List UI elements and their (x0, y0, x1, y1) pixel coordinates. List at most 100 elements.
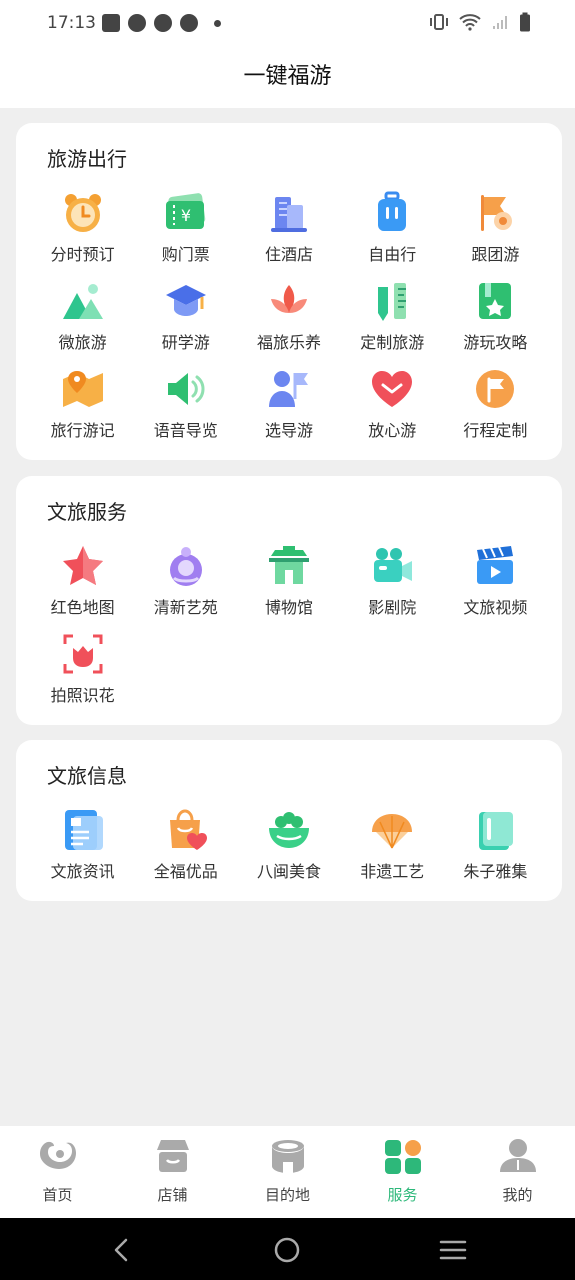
news-icon (64, 810, 103, 850)
suitcase-icon (378, 191, 407, 231)
service-item-play-guide[interactable]: 游玩攻略 (444, 275, 547, 353)
service-item-itinerary[interactable]: 行程定制 (444, 363, 547, 441)
nav-tab-services[interactable]: 服务 (345, 1126, 460, 1218)
shopping-bag-icon (169, 809, 207, 850)
service-item-worry-free[interactable]: 放心游 (341, 363, 444, 441)
mountain-icon (62, 284, 103, 319)
profile-icon (499, 1139, 536, 1172)
service-item-red-map[interactable]: 红色地图 (31, 540, 134, 618)
culture-service-section-card: 文旅服务 红色地图 清新艺苑 博物馆 影剧院 文旅视频 拍照识花 (16, 476, 562, 725)
service-item-free-travel[interactable]: 自由行 (341, 187, 444, 265)
service-item-wellness-tour[interactable]: 福旅乐养 (237, 275, 340, 353)
service-item-culture-video[interactable]: 文旅视频 (444, 540, 547, 618)
folding-fan-icon (372, 814, 413, 849)
service-label: 行程定制 (463, 421, 528, 440)
service-label: 研学游 (161, 333, 210, 352)
service-label: 影剧院 (368, 598, 417, 617)
itinerary-flag-icon (476, 370, 515, 408)
service-item-zhuzi-gathering[interactable]: 朱子雅集 (444, 804, 547, 882)
service-item-quality-goods[interactable]: 全福优品 (134, 804, 237, 882)
service-label: 文旅资讯 (50, 862, 115, 881)
alarm-clock-icon (64, 194, 101, 232)
service-item-fujian-food[interactable]: 八闽美食 (237, 804, 340, 882)
service-item-audio-guide[interactable]: 语音导览 (134, 363, 237, 441)
system-navigation-bar (0, 1218, 575, 1280)
service-label: 分时预订 (50, 245, 115, 264)
service-item-custom-tour[interactable]: 定制旅游 (341, 275, 444, 353)
service-label: 八闽美食 (256, 862, 321, 881)
heart-icon (372, 371, 413, 407)
book-icon (479, 812, 514, 850)
nav-tab-store[interactable]: 店铺 (115, 1126, 230, 1218)
notification-gauge-icon (180, 14, 198, 32)
service-label: 博物馆 (264, 598, 313, 617)
nav-label: 我的 (502, 1186, 533, 1204)
art-figure-icon (169, 547, 202, 586)
service-item-timed-booking[interactable]: 分时预订 (31, 187, 134, 265)
service-label: 文旅视频 (463, 598, 528, 617)
service-label: 选导游 (264, 421, 313, 440)
travel-section-card: 旅游出行 分时预订 ¥ 购门票 住酒店 自由行 跟团游 微旅游 研学游 福旅乐养… (16, 123, 562, 460)
notification-bag-icon (102, 14, 120, 32)
flower-scan-icon (63, 634, 103, 674)
service-item-buy-tickets[interactable]: ¥ 购门票 (134, 187, 237, 265)
service-item-group-tour[interactable]: 跟团游 (444, 187, 547, 265)
service-item-study-tour[interactable]: 研学游 (134, 275, 237, 353)
nav-label: 店铺 (157, 1186, 188, 1204)
section-title: 旅游出行 (47, 147, 127, 171)
service-label: 清新艺苑 (153, 598, 218, 617)
service-item-museum[interactable]: 博物馆 (237, 540, 340, 618)
status-bar: 17:13 (0, 0, 575, 46)
store-icon (156, 1140, 189, 1172)
nav-label: 服务 (387, 1186, 418, 1204)
battery-icon (520, 12, 530, 32)
service-item-hotel[interactable]: 住酒店 (237, 187, 340, 265)
page-title: 一键福游 (243, 64, 332, 89)
service-label: 购门票 (161, 245, 210, 264)
food-bowl-icon (268, 812, 309, 848)
service-label: 放心游 (368, 421, 417, 440)
service-label: 朱子雅集 (463, 862, 528, 881)
speaker-icon (167, 373, 205, 405)
service-item-art-garden[interactable]: 清新艺苑 (134, 540, 237, 618)
vibrate-icon (430, 14, 448, 30)
services-grid-icon (384, 1140, 421, 1174)
flag-location-icon (481, 195, 513, 231)
video-camera-icon (374, 548, 413, 582)
hotel-building-icon (270, 197, 307, 232)
nav-tab-profile[interactable]: 我的 (460, 1126, 575, 1218)
home-circle-icon[interactable] (273, 1236, 301, 1264)
service-item-travel-notes[interactable]: 旅行游记 (31, 363, 134, 441)
service-item-heritage-craft[interactable]: 非遗工艺 (341, 804, 444, 882)
service-label: 红色地图 (50, 598, 115, 617)
service-label: 语音导览 (153, 421, 218, 440)
wifi-icon (459, 14, 481, 31)
nav-label: 首页 (42, 1186, 73, 1204)
red-star-icon (62, 546, 103, 585)
nav-tab-home[interactable]: 首页 (0, 1126, 115, 1218)
service-label: 全福优品 (153, 862, 218, 881)
home-logo-icon (39, 1141, 76, 1169)
culture-info-section-card: 文旅信息 文旅资讯 全福优品 八闽美食 非遗工艺 朱子雅集 (16, 740, 562, 901)
section-title: 文旅信息 (47, 764, 127, 788)
signal-icon (493, 16, 507, 29)
bottom-navigation: 首页 店铺 目的地 服务 我的 (0, 1126, 575, 1218)
back-icon[interactable] (108, 1236, 136, 1264)
service-item-theater[interactable]: 影剧院 (341, 540, 444, 618)
guide-person-icon (268, 371, 308, 407)
service-item-culture-news[interactable]: 文旅资讯 (31, 804, 134, 882)
menu-icon[interactable] (439, 1236, 467, 1264)
service-label: 定制旅游 (360, 333, 425, 352)
title-bar: 一键福游 (0, 46, 575, 108)
map-pin-icon (62, 371, 103, 407)
nav-tab-destination[interactable]: 目的地 (230, 1126, 345, 1218)
service-item-choose-guide[interactable]: 选导游 (237, 363, 340, 441)
service-label: 拍照识花 (50, 686, 115, 705)
pencil-ruler-icon (378, 283, 407, 321)
service-item-micro-tour[interactable]: 微旅游 (31, 275, 134, 353)
museum-icon (268, 546, 309, 584)
guide-book-icon (479, 283, 512, 319)
service-item-flower-id[interactable]: 拍照识花 (31, 628, 134, 706)
ticket-icon: ¥ (165, 193, 206, 229)
service-label: 非遗工艺 (360, 862, 425, 881)
